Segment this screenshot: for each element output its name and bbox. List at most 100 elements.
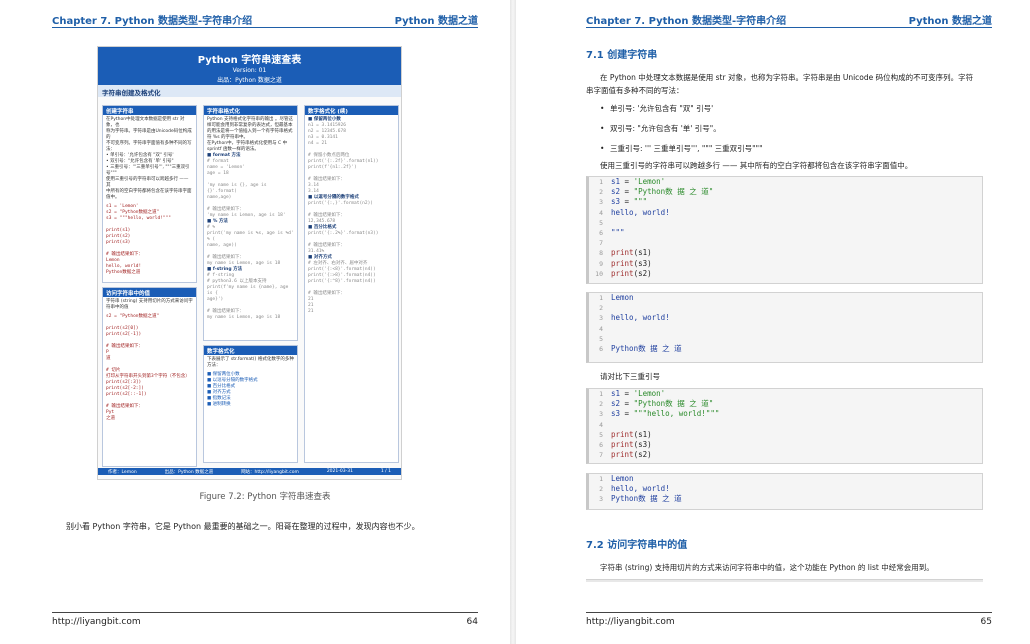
line-number: 1 (599, 475, 603, 483)
line-number: 5 (599, 430, 603, 439)
code-line: 3 s3 = """ (589, 197, 982, 207)
line-number: 3 (599, 314, 603, 323)
code-operator: = (620, 187, 634, 197)
footer-url[interactable]: http://liyangbit.com (586, 617, 675, 627)
sheet-line: 称为字符串。字符串是由Unicode码位构成的 (106, 129, 192, 140)
output-block-1: 1 Lemon 2 3 hello, world! 4 5 6 Python数 据 之 道 (586, 292, 983, 363)
line-number: 2 (599, 188, 603, 197)
sheet-line: • 三重引号：'''三重单引号''', """三重双引 (106, 165, 190, 170)
output-line: 4 (589, 324, 982, 334)
line-number: 2 (599, 485, 603, 494)
code-line: 1 s1 = 'Lemon' (589, 389, 982, 399)
sheet-date: 2021-03-31 (326, 469, 353, 474)
code-text: hello, world! (611, 207, 670, 217)
line-number: 6 (599, 440, 603, 449)
chapter-title: Chapter 7. Python 数据类型-字符串介绍 (52, 16, 253, 27)
code-operator: = (620, 389, 634, 398)
cheat-sheet-banner: Python 字符串速查表 Version: 01 出品：Python 数据之道 (98, 47, 401, 85)
output-block-2: 1 Lemon 2 hello, world! 3 Python数 据 之 道 (586, 473, 983, 510)
output-line: 6 Python数 据 之 道 (589, 344, 982, 354)
line-number: 3 (599, 410, 603, 419)
code-text: """ (611, 227, 625, 237)
running-header: Chapter 7. Python 数据类型-字符串介绍 Python 数据之道 (52, 12, 478, 28)
sheet-line: 'my name is {}, age is {}'.format( (207, 183, 267, 194)
box-body: ■ 保留两位小数 n1 = 3.1415926 n2 = 12345.678 n3 … (305, 115, 398, 317)
box-string-format: 字符串格式化 Python 支持格式化字符串的输出 。尽管这 样可能会用到非常复杂… (203, 105, 298, 341)
code-line: 3 s3 = """hello, world!""" (589, 409, 982, 419)
bullet-single-quote: 单引号: '允许包含有 "双" 引号' (600, 102, 980, 122)
code-string: "Python数 据 之 道" (633, 399, 714, 409)
sheet-column-1: 创建字符串 在Python中处理文本数据是使用 str 对象，也 称为字符串。字符… (102, 105, 197, 471)
output-text: Lemon (611, 474, 634, 483)
code-line: 4 (589, 420, 982, 430)
code-line: 2 s2 = "Python数 据 之 道" (589, 399, 982, 409)
line-number: 5 (599, 334, 603, 343)
code-function: print (611, 429, 634, 439)
code-variable: s3 (611, 197, 621, 207)
line-number: 4 (599, 420, 603, 429)
code-argument: (s2) (633, 450, 652, 460)
box-body: 字符串 (string) 支持用切片的方式来访问字 符串中的值 s2 = "Pyt… (103, 297, 196, 424)
code-block-2: 1 s1 = 'Lemon' 2 s2 = "Python数 据 之 道" 3 s3 = … (586, 388, 983, 464)
output-line: 1 Lemon (589, 293, 982, 303)
code-argument: (s3) (633, 258, 652, 268)
code-argument: (s1) (633, 248, 652, 258)
box-heading: 访问字符串中的值 (103, 288, 196, 297)
line-number: 4 (599, 324, 603, 333)
sheet-line: Python数据之道 (106, 270, 141, 275)
sheet-line: 不可变序列。字符串字面值有多种不同的写 (106, 141, 192, 146)
line-number: 6 (599, 344, 603, 353)
code-string: 'Lemon' (633, 177, 666, 186)
code-string: 'Lemon' (633, 389, 666, 398)
sheet-line: ■ 进制转换 (207, 402, 231, 407)
line-number: 1 (599, 390, 603, 398)
cheat-sheet-version: Version: 01 (232, 67, 267, 74)
sheet-author: 作者：Lemon (108, 470, 137, 475)
intro-line-2: 串字面值有多种不同的写法： (586, 86, 684, 95)
box-create-string: 创建字符串 在Python中处理文本数据是使用 str 对象，也 称为字符串。字符… (102, 105, 197, 283)
figure-caption: Figure 7.2: Python 字符串速查表 (199, 492, 331, 502)
line-number: 1 (599, 294, 603, 302)
code-variable: s2 (611, 187, 621, 197)
sheet-line: print(f'my name is {name}, age is { (207, 285, 289, 296)
code-line: 1 s1 = 'Lemon' (589, 177, 982, 187)
sheet-column-2: 字符串格式化 Python 支持格式化字符串的输出 。尽管这 样可能会用到非常复杂… (203, 105, 298, 467)
code-block-3-top (586, 579, 983, 582)
footer-url[interactable]: http://liyangbit.com (52, 617, 141, 627)
line-number: 4 (599, 208, 603, 217)
code-string: """ (633, 197, 648, 207)
code-operator: = (620, 399, 634, 409)
code-function: print (611, 439, 634, 449)
code-line: 7 (589, 238, 982, 248)
code-line: 5 print(s1) (589, 430, 982, 440)
box-body: 下表展示了 str.format() 格式化数字的多种 方法： ■ 保留两位小数 ■… (204, 355, 297, 410)
quote-styles-list: 单引号: '允许包含有 "双" 引号' 双引号: "允许包含有 '单' 引号"。… (600, 102, 980, 162)
line-number: 8 (599, 249, 603, 258)
intro-line-1: 在 Python 中处理文本数据是使用 str 对象，也称为字符串。字符串是由 … (600, 73, 974, 82)
code-argument: (s1) (633, 429, 652, 439)
compare-note: 请对比下三重引号 (600, 372, 660, 381)
book-title: Python 数据之道 (908, 16, 992, 27)
code-function: print (611, 450, 634, 460)
code-line: 8 print(s1) (589, 248, 982, 258)
sheet-column-3: 数字格式化 (续) ■ 保留两位小数 n1 = 3.1415926 n2 = 12… (304, 105, 399, 467)
box-heading: 字符串格式化 (204, 106, 297, 115)
code-variable: s2 (611, 399, 621, 409)
section-heading-access: 7.2 访问字符串中的值 (586, 540, 688, 551)
sheet-line: 21 (308, 309, 314, 314)
line-number: 6 (599, 228, 603, 237)
cheat-sheet-source: 出品：Python 数据之道 (217, 77, 282, 84)
cheat-sheet-footer-bar: 作者：Lemon 出品：Python 数据之道 网站：http://liyang… (98, 468, 401, 475)
code-line: 6 """ (589, 228, 982, 238)
code-variable: s1 (611, 177, 621, 186)
page-number: 65 (980, 617, 992, 627)
running-header: Chapter 7. Python 数据类型-字符串介绍 Python 数据之道 (586, 12, 992, 28)
code-operator: = (620, 177, 634, 186)
output-text: Python数 据 之 道 (611, 343, 682, 353)
output-text: hello, world! (611, 484, 670, 494)
access-paragraph: 字符串 (string) 支持用切片的方式来访问字符串中的值，这个功能在 Pyt… (600, 563, 934, 572)
box-body: 在Python中处理文本数据是使用 str 对象，也 称为字符串。字符串是由Uni… (103, 115, 196, 278)
box-number-format-cont: 数字格式化 (续) ■ 保留两位小数 n1 = 3.1415926 n2 = 12… (304, 105, 399, 463)
code-line: 6 print(s3) (589, 440, 982, 450)
cheat-sheet-title: Python 字符串速查表 (197, 55, 302, 66)
